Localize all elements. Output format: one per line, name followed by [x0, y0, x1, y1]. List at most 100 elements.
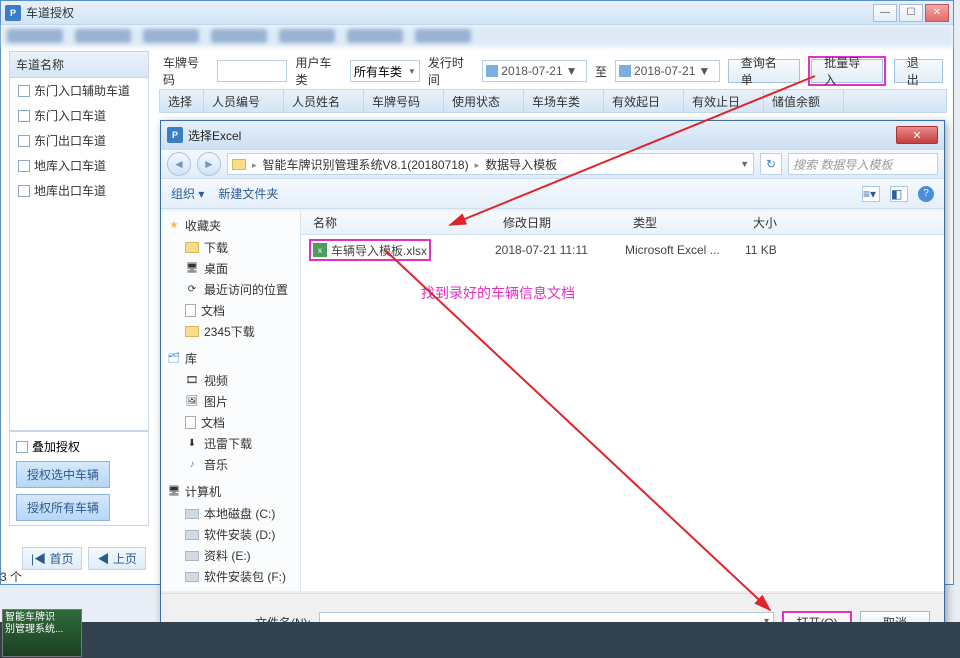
lane-item[interactable]: 地库出口车道: [10, 178, 148, 203]
breadcrumb[interactable]: 智能车牌识别管理系统V8.1(20180718) 数据导入模板 ▼: [227, 153, 754, 175]
exit-button[interactable]: 退出: [894, 59, 943, 83]
checkbox-icon[interactable]: [18, 160, 30, 172]
tree-item[interactable]: ⬇迅雷下载: [167, 433, 294, 454]
th-valid-from[interactable]: 有效起日: [604, 90, 684, 112]
chevron-down-icon: ▼: [698, 64, 710, 78]
th-usage[interactable]: 使用状态: [444, 90, 524, 112]
tree-item[interactable]: 2345下载: [167, 321, 294, 342]
tree-item[interactable]: 文档: [167, 412, 294, 433]
th-plate[interactable]: 车牌号码: [364, 90, 444, 112]
first-page-button[interactable]: |◀ 首页: [22, 547, 82, 570]
breadcrumb-part[interactable]: 数据导入模板: [485, 156, 557, 173]
refresh-button[interactable]: ↻: [760, 153, 782, 175]
th-person-name[interactable]: 人员姓名: [284, 90, 364, 112]
checkbox-icon[interactable]: [18, 185, 30, 197]
th-balance[interactable]: 储值余额: [764, 90, 844, 112]
video-icon: 🎞: [185, 374, 199, 388]
lane-item[interactable]: 东门出口车道: [10, 128, 148, 153]
file-size: 11 KB: [745, 243, 825, 257]
th-select[interactable]: 选择: [160, 90, 204, 112]
lane-item[interactable]: 东门入口车道: [10, 103, 148, 128]
th-person-id[interactable]: 人员编号: [204, 90, 284, 112]
file-list-header: 名称 修改日期 类型 大小: [301, 211, 944, 235]
date-from-picker[interactable]: 2018-07-21 ▼: [482, 60, 587, 82]
new-folder-button[interactable]: 新建文件夹: [218, 185, 278, 202]
tree-item[interactable]: 本地磁盘 (C:): [167, 503, 294, 524]
dialog-close-button[interactable]: ✕: [896, 126, 938, 144]
dialog-title: 选择Excel: [188, 127, 896, 144]
file-list[interactable]: x 车辆导入模板.xlsx 2018-07-21 11:11 Microsoft…: [301, 235, 944, 591]
user-type-select[interactable]: 所有车类▼: [350, 60, 420, 82]
tree-item[interactable]: 下载: [167, 237, 294, 258]
preview-pane-button[interactable]: ◧: [890, 186, 908, 202]
taskbar-thumbnail[interactable]: 智能车牌识别管理系统...: [2, 609, 82, 657]
nav-tree[interactable]: ★收藏夹 下载 🖥桌面 ⟳最近访问的位置 文档 2345下载 🗂库 🎞视频 🖼图…: [161, 211, 301, 591]
tree-item[interactable]: 资料 (E:): [167, 545, 294, 566]
prev-page-button[interactable]: ◀ 上页: [88, 547, 145, 570]
calendar-icon: [619, 65, 631, 77]
favorites-label[interactable]: 收藏夹: [185, 217, 221, 234]
date-to-picker[interactable]: 2018-07-21▼: [615, 60, 720, 82]
dialog-body: ★收藏夹 下载 🖥桌面 ⟳最近访问的位置 文档 2345下载 🗂库 🎞视频 🖼图…: [161, 211, 944, 591]
tree-item[interactable]: 文档: [167, 300, 294, 321]
authorize-all-button[interactable]: 授权所有车辆: [16, 494, 110, 521]
picture-icon: 🖼: [185, 395, 199, 409]
user-type-value: 所有车类: [354, 63, 402, 80]
dialog-title-bar: P 选择Excel ✕: [161, 121, 944, 149]
col-size[interactable]: 大小: [747, 214, 827, 231]
tree-item[interactable]: 🖥桌面: [167, 258, 294, 279]
tree-item[interactable]: 🖼图片: [167, 391, 294, 412]
tree-item[interactable]: 软件安装 (D:): [167, 524, 294, 545]
file-row[interactable]: x 车辆导入模板.xlsx 2018-07-21 11:11 Microsoft…: [305, 239, 940, 261]
libraries-label[interactable]: 库: [185, 350, 197, 367]
computer-label[interactable]: 计算机: [185, 483, 221, 500]
plate-input[interactable]: [217, 60, 287, 82]
checkbox-icon[interactable]: [18, 110, 30, 122]
tree-item[interactable]: ♪音乐: [167, 454, 294, 475]
tree-item[interactable]: 🎞视频: [167, 370, 294, 391]
organize-menu[interactable]: 组织 ▾: [171, 185, 204, 202]
excel-icon: x: [313, 243, 327, 257]
date-from-value: 2018-07-21: [501, 64, 562, 78]
lane-label: 东门入口辅助车道: [34, 82, 130, 99]
search-input[interactable]: 搜索 数据导入模板: [788, 153, 938, 175]
computer-icon: 🖥: [167, 485, 181, 499]
view-options-button[interactable]: ≡▾: [862, 186, 880, 202]
count-label: 3 个: [0, 568, 22, 585]
tree-item[interactable]: 软件安装包 (F:): [167, 566, 294, 587]
th-valid-to[interactable]: 有效止日: [684, 90, 764, 112]
lane-item[interactable]: 东门入口辅助车道: [10, 78, 148, 103]
dialog-nav-bar: ◄ ► 智能车牌识别管理系统V8.1(20180718) 数据导入模板 ▼ ↻ …: [161, 149, 944, 179]
help-icon[interactable]: ?: [918, 186, 934, 202]
window-title: 车道授权: [26, 4, 873, 21]
tree-item[interactable]: ⟳最近访问的位置: [167, 279, 294, 300]
th-park-type[interactable]: 车场车类: [524, 90, 604, 112]
checkbox-icon[interactable]: [16, 441, 28, 453]
file-type: Microsoft Excel ...: [625, 243, 745, 257]
col-name[interactable]: 名称: [307, 214, 497, 231]
first-icon: |◀: [31, 552, 46, 566]
col-date[interactable]: 修改日期: [497, 214, 627, 231]
plate-label: 车牌号码: [163, 54, 209, 88]
authorize-panel: 叠加授权 授权选中车辆 授权所有车辆: [9, 431, 149, 526]
maximize-button[interactable]: ☐: [899, 4, 923, 22]
import-button[interactable]: 批量导入: [811, 59, 883, 83]
lane-item[interactable]: 地库入口车道: [10, 153, 148, 178]
drive-icon: [185, 509, 199, 519]
authorize-selected-button[interactable]: 授权选中车辆: [16, 461, 110, 488]
checkbox-icon[interactable]: [18, 85, 30, 97]
forward-button[interactable]: ►: [197, 152, 221, 176]
chevron-down-icon: ▼: [566, 64, 578, 78]
back-button[interactable]: ◄: [167, 152, 191, 176]
close-button[interactable]: ✕: [925, 4, 949, 22]
query-button[interactable]: 查询名单: [728, 59, 800, 83]
library-icon: 🗂: [167, 352, 181, 366]
user-type-label: 用户车类: [295, 54, 341, 88]
checkbox-icon[interactable]: [18, 135, 30, 147]
minimize-button[interactable]: —: [873, 4, 897, 22]
file-name: 车辆导入模板.xlsx: [331, 242, 427, 259]
col-type[interactable]: 类型: [627, 214, 747, 231]
breadcrumb-part[interactable]: 智能车牌识别管理系统V8.1(20180718): [263, 156, 469, 173]
date-to-value: 2018-07-21: [634, 64, 695, 78]
chevron-down-icon[interactable]: ▼: [740, 159, 749, 169]
